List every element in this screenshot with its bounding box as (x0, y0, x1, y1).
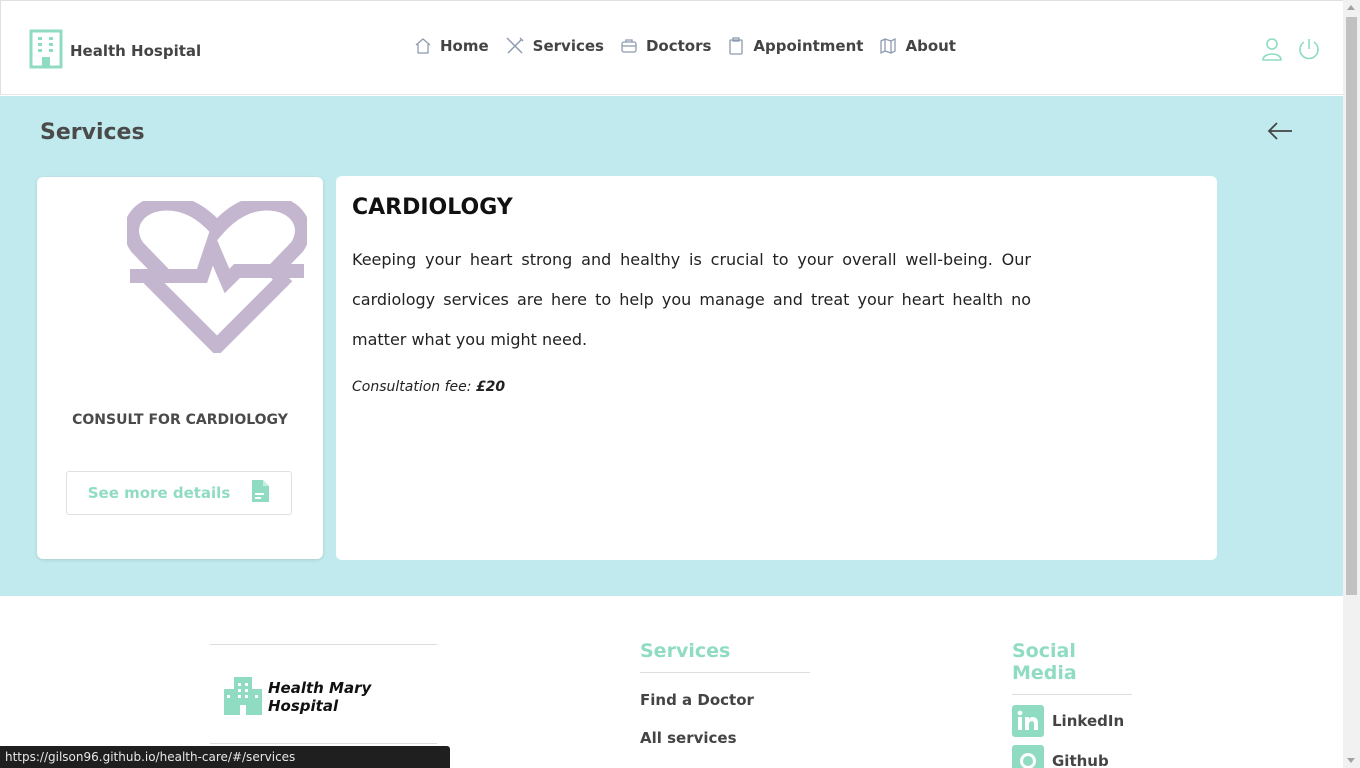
clipboard-icon (729, 37, 744, 55)
button-label: See more details (87, 484, 231, 502)
nav-item-doctors[interactable]: Doctors (620, 37, 711, 55)
hospital-icon (28, 29, 64, 73)
footer: Health Mary Hospital Services Find a Doc… (0, 596, 1343, 768)
top-navbar: Health Hospital Home Services Doctors Ap… (0, 0, 1343, 95)
service-title: CARDIOLOGY (352, 195, 513, 220)
github-icon (1012, 745, 1044, 768)
social-label: Github (1052, 752, 1109, 768)
user-icon[interactable] (1261, 37, 1283, 65)
document-icon (250, 479, 270, 507)
service-description: Keeping your heart strong and healthy is… (352, 250, 1031, 349)
consult-label: CONSULT FOR CARDIOLOGY (72, 412, 288, 428)
fee-label: Consultation fee: (352, 379, 472, 395)
nav-item-home[interactable]: Home (414, 37, 489, 55)
brand-logo[interactable]: Health Hospital (28, 29, 201, 73)
page: Health Hospital Home Services Doctors Ap… (0, 0, 1343, 768)
services-section: Services CONSULT FOR CARDIOLOGY See more… (0, 96, 1343, 596)
nav-item-services[interactable]: Services (505, 36, 604, 56)
social-label: LinkedIn (1052, 712, 1125, 730)
nav-label: Appointment (753, 37, 864, 55)
social-github[interactable]: Github (1012, 745, 1132, 768)
nav-label: Home (440, 37, 489, 55)
service-card: CONSULT FOR CARDIOLOGY See more details (37, 177, 323, 559)
see-more-details-button[interactable]: See more details (66, 471, 292, 515)
main-nav: Home Services Doctors Appointment About (414, 36, 972, 56)
heartbeat-icon (124, 195, 310, 357)
tools-icon (506, 37, 524, 54)
service-detail-card: CARDIOLOGY Keeping your heart strong and… (336, 176, 1217, 560)
consultation-fee: Consultation fee: £20 (352, 379, 505, 395)
header-actions (1261, 37, 1321, 65)
footer-link-all-services[interactable]: All services (640, 729, 810, 747)
briefcase-icon (621, 39, 637, 53)
map-icon (880, 37, 897, 55)
nav-label: Services (532, 37, 604, 55)
brand-name: Health Hospital (70, 42, 202, 60)
scroll-down-icon[interactable] (1347, 758, 1355, 763)
footer-link-find-doctor[interactable]: Find a Doctor (640, 691, 810, 709)
nav-label: Doctors (645, 37, 712, 55)
back-arrow-icon[interactable] (1266, 121, 1294, 145)
power-icon[interactable] (1297, 37, 1321, 65)
footer-services: Services Find a Doctor All services (640, 640, 810, 747)
link-status-bar: https://gilson96.github.io/health-care/#… (0, 746, 450, 768)
page-title: Services (40, 120, 145, 145)
nav-item-appointment[interactable]: Appointment (727, 37, 863, 55)
footer-social-heading: Social Media (1012, 640, 1132, 695)
social-linkedin[interactable]: LinkedIn (1012, 705, 1132, 737)
fee-value: £20 (475, 379, 506, 395)
scroll-up-icon[interactable] (1347, 5, 1355, 10)
scrollbar-thumb[interactable] (1346, 17, 1357, 595)
footer-social: Social Media LinkedIn Github (1012, 640, 1132, 768)
footer-services-heading: Services (640, 640, 810, 673)
linkedin-icon (1012, 705, 1044, 737)
home-icon (415, 38, 431, 54)
nav-item-about[interactable]: About (879, 37, 956, 55)
footer-logo-text: Health Mary Hospital (268, 679, 372, 715)
footer-logo: Health Mary Hospital (210, 644, 437, 744)
nav-label: About (905, 37, 956, 55)
hospital-building-icon (222, 675, 264, 719)
vertical-scrollbar[interactable] (1343, 0, 1360, 768)
